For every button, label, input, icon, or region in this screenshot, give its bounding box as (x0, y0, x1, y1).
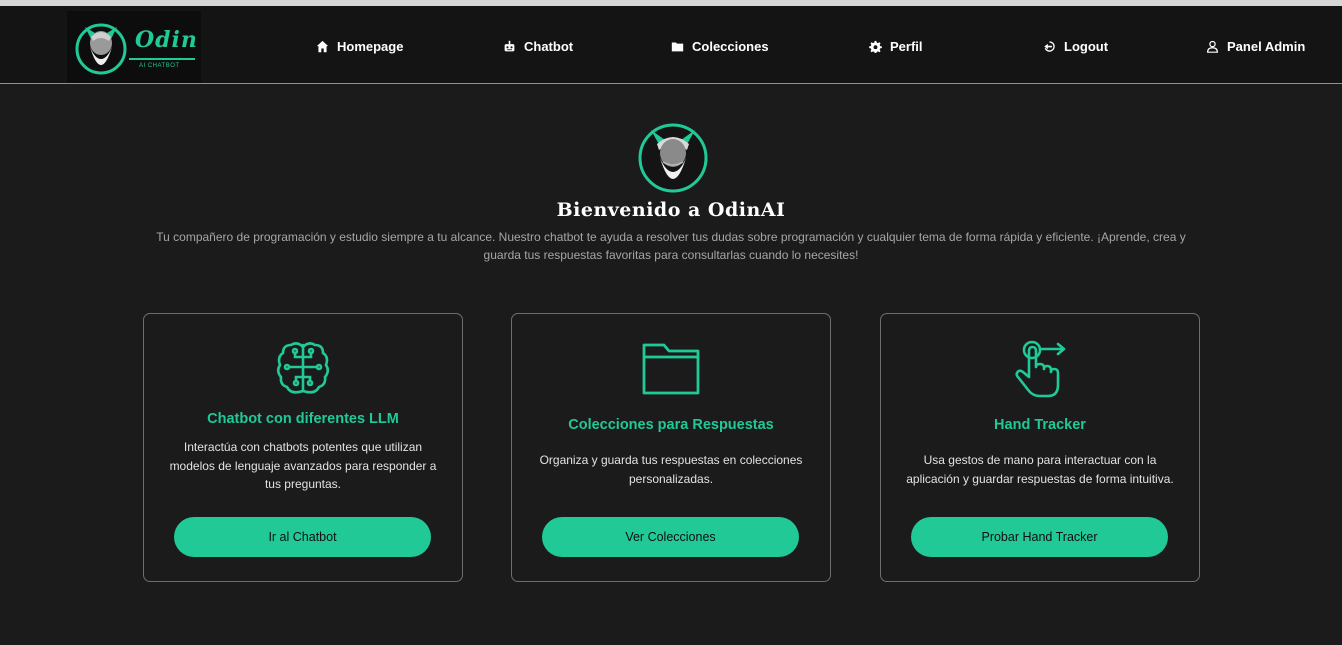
hand-gesture-icon (1015, 340, 1066, 398)
brand-logo[interactable]: Odin AI CHATBOT (67, 11, 201, 83)
user-icon (1207, 40, 1218, 53)
nav-homepage[interactable]: Homepage (316, 36, 403, 56)
nav-chatbot-label: Chatbot (524, 38, 574, 54)
go-to-chatbot-button[interactable]: Ir al Chatbot (174, 517, 431, 557)
viking-logo-icon (75, 23, 127, 75)
nav-logout-label: Logout (1064, 38, 1109, 54)
nav-colecciones[interactable]: Colecciones (671, 36, 769, 56)
feature-card-hand-tracker: Hand Tracker Usa gestos de mano para int… (880, 313, 1200, 582)
feature-card-chatbot: Chatbot con diferentes LLM Interactúa co… (143, 313, 463, 582)
nav-panel-admin-label: Panel Admin (1227, 38, 1306, 54)
folder-icon (671, 41, 684, 51)
viking-logo-icon (638, 123, 708, 193)
nav-perfil-label: Perfil (890, 38, 923, 54)
nav-perfil[interactable]: Perfil (869, 36, 923, 56)
try-hand-tracker-button[interactable]: Probar Hand Tracker (911, 517, 1168, 557)
home-icon (316, 40, 329, 52)
card-title: Colecciones para Respuestas (568, 417, 774, 433)
logout-icon (1044, 40, 1055, 52)
hero-title: Bienvenido a OdinAI (556, 199, 786, 221)
brand-subtitle: AI CHATBOT (139, 63, 180, 69)
card-title: Chatbot con diferentes LLM (207, 411, 399, 427)
nav-chatbot[interactable]: Chatbot (503, 36, 573, 56)
navbar: Odin AI CHATBOT Homepage Chatbot Colecci… (0, 6, 1342, 84)
card-description: Usa gestos de mano para interactuar con … (906, 453, 1174, 486)
nav-colecciones-label: Colecciones (692, 38, 769, 54)
nav-panel-admin[interactable]: Panel Admin (1206, 36, 1305, 56)
gear-icon (869, 40, 882, 53)
card-description: Organiza y guarda tus respuestas en cole… (539, 453, 803, 486)
card-title: Hand Tracker (994, 417, 1086, 433)
brain-circuit-icon (276, 342, 330, 394)
brand-underline (129, 58, 195, 60)
nav-homepage-label: Homepage (337, 38, 404, 54)
robot-icon (504, 40, 515, 51)
view-collections-button[interactable]: Ver Colecciones (542, 517, 799, 557)
folder-outline-icon (642, 343, 700, 395)
hero-description: Tu compañero de programación y estudio s… (156, 230, 1186, 262)
brand-name: Odin (135, 27, 198, 53)
nav-logout[interactable]: Logout (1043, 36, 1108, 56)
feature-card-colecciones: Colecciones para Respuestas Organiza y g… (511, 313, 831, 582)
card-description: Interactúa con chatbots potentes que uti… (169, 440, 437, 491)
